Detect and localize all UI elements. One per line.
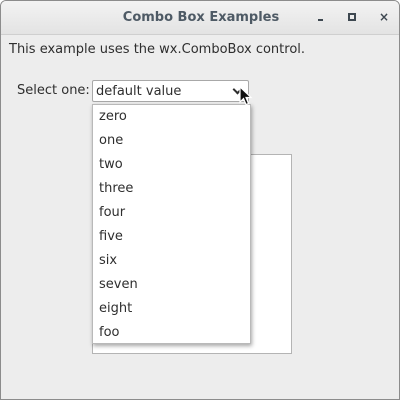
close-icon: ×	[378, 10, 390, 24]
combo-value: default value	[96, 84, 182, 99]
dropdown-options: zero one two three four five six seven e…	[93, 105, 250, 345]
title-bar[interactable]: Combo Box Examples ×	[1, 1, 399, 35]
dropdown-option-three[interactable]: three	[93, 177, 250, 201]
dropdown-option-four[interactable]: four	[93, 201, 250, 225]
minimize-button[interactable]	[312, 9, 328, 25]
mouse-pointer-icon	[239, 86, 253, 106]
combo-dropdown-list[interactable]: zero one two three four five six seven e…	[92, 104, 251, 344]
dropdown-option-six[interactable]: six	[93, 249, 250, 273]
intro-text: This example uses the wx.ComboBox contro…	[9, 42, 306, 57]
dropdown-option-zero[interactable]: zero	[93, 105, 250, 129]
window-title: Combo Box Examples	[122, 10, 280, 25]
app-window: Combo Box Examples × This example uses t…	[0, 0, 400, 400]
dropdown-option-eight[interactable]: eight	[93, 297, 250, 321]
dropdown-option-seven[interactable]: seven	[93, 273, 250, 297]
dropdown-option-one[interactable]: one	[93, 129, 250, 153]
dropdown-option-five[interactable]: five	[93, 225, 250, 249]
close-button[interactable]: ×	[376, 9, 392, 25]
combo-box[interactable]: default value	[92, 80, 249, 102]
minimize-icon	[317, 19, 323, 21]
dropdown-option-foo[interactable]: foo	[93, 321, 250, 345]
dropdown-option-two[interactable]: two	[93, 153, 250, 177]
maximize-icon	[348, 13, 356, 21]
select-label: Select one:	[17, 83, 90, 98]
maximize-button[interactable]	[344, 9, 360, 25]
